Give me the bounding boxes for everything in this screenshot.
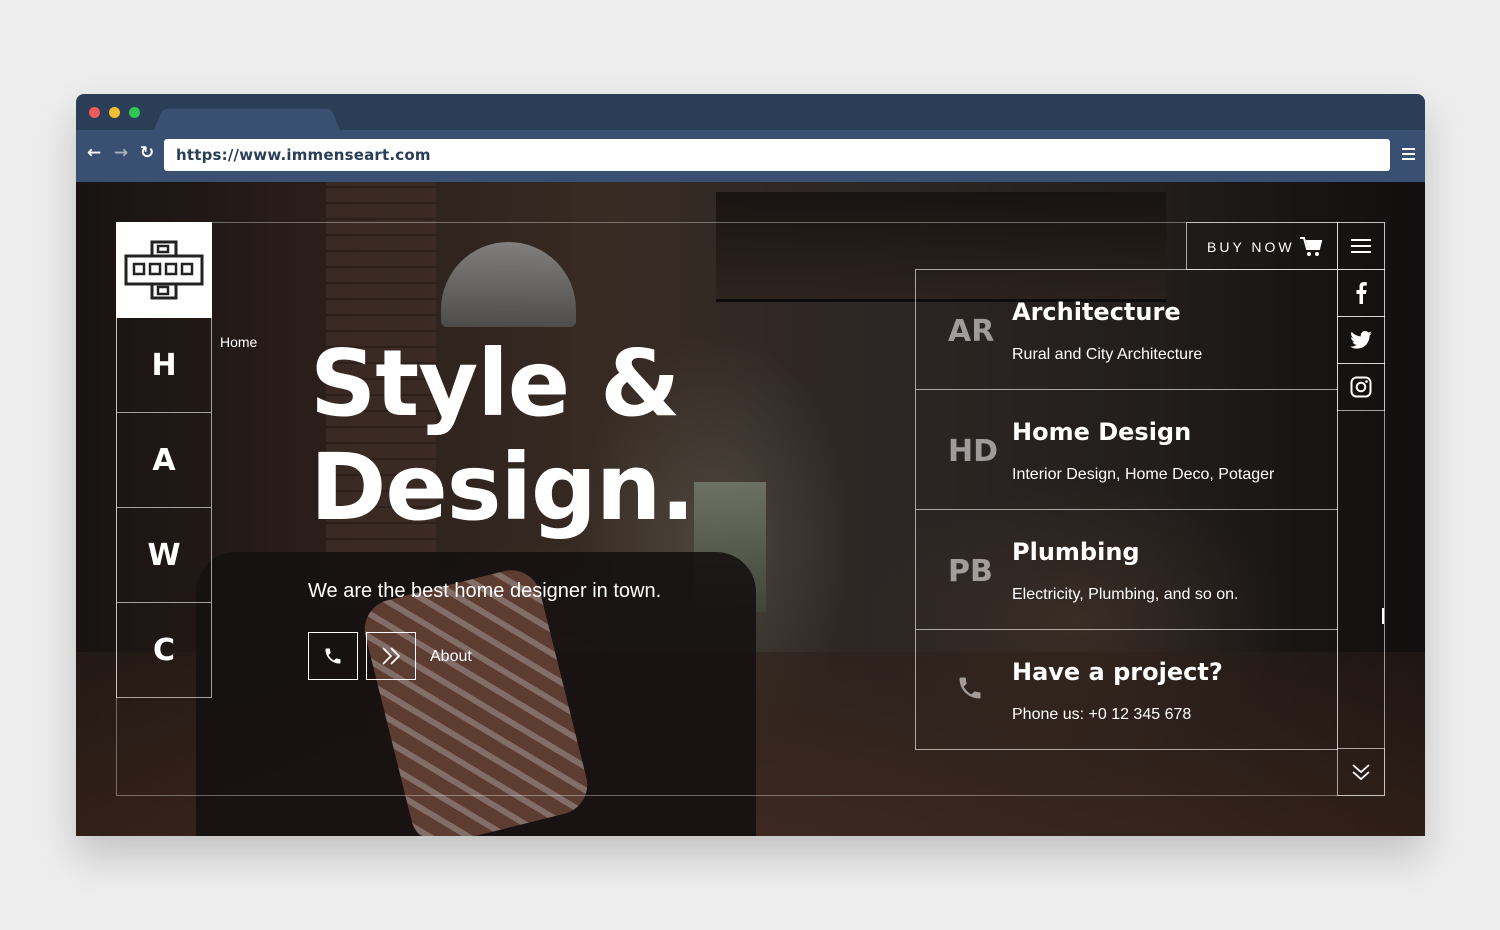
browser-window: ← → ↻ https://www.immenseart.com H A W C… bbox=[76, 94, 1425, 836]
service-desc: Phone us: +0 12 345 678 bbox=[1012, 706, 1192, 723]
service-architecture[interactable]: AR Architecture Rural and City Architect… bbox=[915, 269, 1338, 390]
twitter-icon bbox=[1350, 331, 1372, 349]
buy-now-label: BUY NOW bbox=[1207, 239, 1295, 255]
nav-item-a[interactable]: A bbox=[116, 413, 212, 508]
nav-item-h[interactable]: H bbox=[116, 318, 212, 413]
service-abbr: AR bbox=[948, 314, 995, 349]
service-desc: Interior Design, Home Deco, Potager bbox=[1012, 466, 1275, 483]
side-rail bbox=[1337, 410, 1385, 748]
facebook-icon bbox=[1356, 282, 1367, 304]
scroll-indicator bbox=[1382, 608, 1384, 624]
hero-title: Style & Design. bbox=[310, 332, 830, 540]
double-chevron-down-icon bbox=[1352, 764, 1370, 781]
browser-menu-icon[interactable] bbox=[1402, 148, 1415, 160]
browser-toolbar: ← → ↻ https://www.immenseart.com bbox=[76, 130, 1425, 182]
buy-now-button[interactable]: BUY NOW bbox=[1186, 222, 1338, 270]
logo-icon bbox=[124, 240, 204, 300]
back-arrow-icon[interactable]: ← bbox=[85, 144, 103, 162]
service-title: Plumbing bbox=[1012, 538, 1140, 566]
hamburger-menu-button[interactable] bbox=[1337, 222, 1385, 270]
service-desc: Rural and City Architecture bbox=[1012, 346, 1203, 363]
service-abbr: PB bbox=[948, 554, 993, 589]
phone-icon bbox=[959, 677, 981, 699]
breadcrumb[interactable]: Home bbox=[220, 334, 257, 350]
hero-title-line-2: Design. bbox=[310, 434, 695, 541]
close-window-icon[interactable] bbox=[89, 107, 100, 118]
phone-icon bbox=[325, 648, 341, 664]
instagram-button[interactable] bbox=[1337, 363, 1385, 411]
nav-item-w[interactable]: W bbox=[116, 508, 212, 603]
service-abbr: HD bbox=[948, 434, 999, 469]
contact-project[interactable]: Have a project? Phone us: +0 12 345 678 bbox=[915, 630, 1338, 750]
service-title: Architecture bbox=[1012, 298, 1181, 326]
about-link[interactable]: About bbox=[430, 648, 472, 666]
service-title: Have a project? bbox=[1012, 658, 1223, 686]
forward-arrow-icon[interactable]: → bbox=[112, 144, 130, 162]
site-logo[interactable] bbox=[116, 222, 212, 318]
website-page: H A W C Home Style & Design. We are the … bbox=[76, 182, 1425, 836]
hero-title-line-1: Style & bbox=[310, 330, 680, 437]
service-home-design[interactable]: HD Home Design Interior Design, Home Dec… bbox=[915, 390, 1338, 510]
more-button[interactable] bbox=[366, 632, 416, 680]
scroll-down-button[interactable] bbox=[1337, 748, 1385, 796]
service-title: Home Design bbox=[1012, 418, 1192, 446]
nav-item-c[interactable]: C bbox=[116, 603, 212, 698]
call-button[interactable] bbox=[308, 632, 358, 680]
double-chevron-right-icon bbox=[382, 647, 401, 665]
service-desc: Electricity, Plumbing, and so on. bbox=[1012, 586, 1239, 603]
reload-icon[interactable]: ↻ bbox=[138, 144, 156, 162]
maximize-window-icon[interactable] bbox=[129, 107, 140, 118]
cart-icon bbox=[1300, 237, 1323, 256]
minimize-window-icon[interactable] bbox=[109, 107, 120, 118]
hero-subtitle: We are the best home designer in town. bbox=[308, 580, 662, 602]
instagram-icon bbox=[1350, 376, 1372, 398]
hamburger-icon bbox=[1351, 239, 1371, 253]
browser-titlebar bbox=[76, 94, 1425, 130]
facebook-button[interactable] bbox=[1337, 269, 1385, 317]
browser-tab[interactable] bbox=[154, 108, 340, 130]
service-plumbing[interactable]: PB Plumbing Electricity, Plumbing, and s… bbox=[915, 510, 1338, 630]
address-bar[interactable]: https://www.immenseart.com bbox=[164, 139, 1390, 171]
twitter-button[interactable] bbox=[1337, 316, 1385, 364]
services-list: AR Architecture Rural and City Architect… bbox=[915, 269, 1338, 750]
